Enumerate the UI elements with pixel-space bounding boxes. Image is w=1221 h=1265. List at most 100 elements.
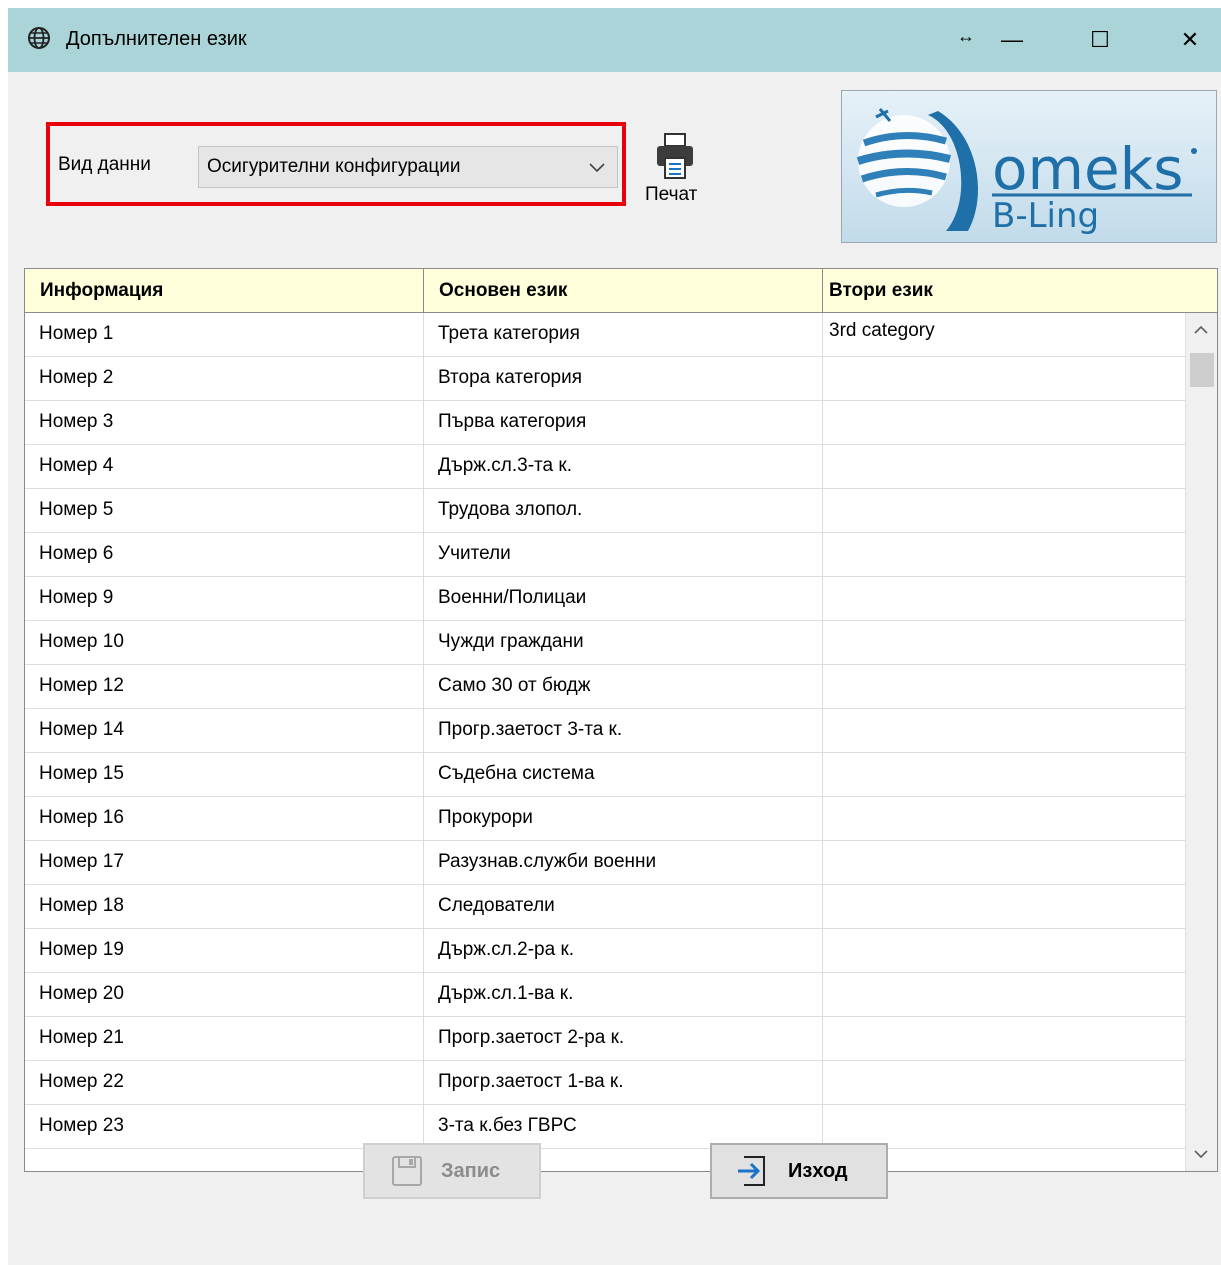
info-cell[interactable]: Номер 12 <box>25 665 424 709</box>
main-language-cell[interactable]: Военни/Полицаи <box>424 577 823 621</box>
main-language-cell[interactable]: Учители <box>424 533 823 577</box>
info-cell[interactable]: Номер 18 <box>25 885 424 929</box>
second-language-cell[interactable] <box>823 665 1187 709</box>
info-cell[interactable]: Номер 3 <box>25 401 424 445</box>
table-row[interactable]: Номер 6 Учители <box>25 533 1187 577</box>
title-bar: Допълнителен език ↔ — ☐ ✕ <box>8 8 1221 72</box>
second-language-cell[interactable] <box>823 533 1187 577</box>
table-row[interactable]: Номер 5 Трудова злопол. <box>25 489 1187 533</box>
info-cell[interactable]: Номер 10 <box>25 621 424 665</box>
grid-rows: Номер 1 Трета категория 3rd category Номер… <box>25 313 1187 1149</box>
second-language-cell[interactable]: 3rd category <box>823 313 1187 357</box>
table-row[interactable]: Номер 18 Следователи <box>25 885 1187 929</box>
main-language-cell[interactable]: Трудова злопол. <box>424 489 823 533</box>
table-row[interactable]: Номер 9 Военни/Полицаи <box>25 577 1187 621</box>
table-row[interactable]: Номер 14 Прогр.заетост 3-та к. <box>25 709 1187 753</box>
table-row[interactable]: Номер 22 Прогр.заетост 1-ва к. <box>25 1061 1187 1105</box>
second-language-cell[interactable] <box>823 709 1187 753</box>
second-language-cell[interactable] <box>823 929 1187 973</box>
close-button[interactable]: ✕ <box>1166 22 1214 58</box>
chevron-up-icon[interactable] <box>1192 323 1210 337</box>
floppy-disk-icon <box>392 1156 422 1186</box>
info-cell[interactable]: Номер 19 <box>25 929 424 973</box>
second-language-cell[interactable] <box>823 1061 1187 1105</box>
main-language-cell[interactable]: Съдебна система <box>424 753 823 797</box>
main-language-cell[interactable]: Втора категория <box>424 357 823 401</box>
table-row[interactable]: Номер 17 Разузнав.служби военни <box>25 841 1187 885</box>
table-row[interactable]: Номер 2 Втора категория <box>25 357 1187 401</box>
info-cell[interactable]: Номер 16 <box>25 797 424 841</box>
main-language-cell[interactable]: Държ.сл.2-ра к. <box>424 929 823 973</box>
window-title: Допълнителен език <box>66 28 247 50</box>
save-button[interactable]: Запис <box>363 1143 541 1199</box>
table-row[interactable]: Номер 10 Чужди граждани <box>25 621 1187 665</box>
main-language-cell[interactable]: Само 30 от бюдж <box>424 665 823 709</box>
main-language-cell[interactable]: Трета категория <box>424 313 823 357</box>
info-cell[interactable]: Номер 15 <box>25 753 424 797</box>
print-label: Печат <box>645 184 698 205</box>
info-cell[interactable]: Номер 20 <box>25 973 424 1017</box>
second-language-cell[interactable] <box>823 357 1187 401</box>
scrollbar-thumb[interactable] <box>1190 353 1214 387</box>
column-header-information[interactable]: Информация <box>25 269 424 313</box>
info-cell[interactable]: Номер 17 <box>25 841 424 885</box>
table-row[interactable]: Номер 16 Прокурори <box>25 797 1187 841</box>
second-language-cell[interactable] <box>823 841 1187 885</box>
main-language-cell[interactable]: Държ.сл.1-ва к. <box>424 973 823 1017</box>
main-language-cell[interactable]: Прогр.заетост 2-ра к. <box>424 1017 823 1061</box>
second-language-cell[interactable] <box>823 445 1187 489</box>
globe-icon <box>28 27 50 49</box>
maximize-button[interactable]: ☐ <box>1076 22 1124 58</box>
second-language-cell[interactable] <box>823 753 1187 797</box>
exit-button[interactable]: Изход <box>710 1143 888 1199</box>
table-row[interactable]: Номер 23 3-та к.без ГВРС <box>25 1105 1187 1149</box>
column-header-second-language[interactable]: Втори език <box>823 269 1217 313</box>
second-language-cell[interactable] <box>823 797 1187 841</box>
info-cell[interactable]: Номер 14 <box>25 709 424 753</box>
info-cell[interactable]: Номер 1 <box>25 313 424 357</box>
exit-arrow-icon <box>738 1156 765 1186</box>
info-cell[interactable]: Номер 5 <box>25 489 424 533</box>
main-language-cell[interactable]: Прогр.заетост 1-ва к. <box>424 1061 823 1105</box>
table-row[interactable]: Номер 19 Държ.сл.2-ра к. <box>25 929 1187 973</box>
info-cell[interactable]: Номер 21 <box>25 1017 424 1061</box>
second-language-cell[interactable] <box>823 489 1187 533</box>
table-row[interactable]: Номер 21 Прогр.заетост 2-ра к. <box>25 1017 1187 1061</box>
main-language-cell[interactable]: Прокурори <box>424 797 823 841</box>
second-language-cell[interactable] <box>823 401 1187 445</box>
print-button[interactable]: Печат <box>643 132 709 214</box>
column-header-main-language[interactable]: Основен език <box>424 269 823 313</box>
table-row[interactable]: Номер 1 Трета категория 3rd category <box>25 313 1187 357</box>
info-cell[interactable]: Номер 6 <box>25 533 424 577</box>
chevron-down-icon[interactable] <box>1192 1147 1210 1161</box>
info-cell[interactable]: Номер 2 <box>25 357 424 401</box>
second-language-cell[interactable] <box>823 973 1187 1017</box>
data-type-select[interactable]: Осигурителни конфигурации <box>198 146 618 188</box>
main-language-cell[interactable]: Първа категория <box>424 401 823 445</box>
info-cell[interactable]: Номер 4 <box>25 445 424 489</box>
info-cell[interactable]: Номер 22 <box>25 1061 424 1105</box>
main-language-cell[interactable]: Разузнав.служби военни <box>424 841 823 885</box>
table-row[interactable]: Номер 4 Държ.сл.3-та к. <box>25 445 1187 489</box>
second-language-cell[interactable] <box>823 885 1187 929</box>
table-row[interactable]: Номер 12 Само 30 от бюдж <box>25 665 1187 709</box>
main-language-cell[interactable]: Следователи <box>424 885 823 929</box>
table-row[interactable]: Номер 3 Първа категория <box>25 401 1187 445</box>
second-language-cell[interactable] <box>823 1017 1187 1061</box>
grid-header: Информация Основен език Втори език <box>25 269 1217 313</box>
info-cell[interactable]: Номер 9 <box>25 577 424 621</box>
chevron-down-icon <box>589 163 605 173</box>
data-type-selected-value: Осигурителни конфигурации <box>207 156 461 177</box>
minimize-button[interactable]: — <box>988 22 1036 58</box>
main-language-cell[interactable]: Прогр.заетост 3-та к. <box>424 709 823 753</box>
main-language-cell[interactable]: Държ.сл.3-та к. <box>424 445 823 489</box>
exit-button-label: Изход <box>788 1159 848 1182</box>
table-row[interactable]: Номер 15 Съдебна система <box>25 753 1187 797</box>
resize-icon[interactable]: ↔ <box>954 18 978 54</box>
table-row[interactable]: Номер 20 Държ.сл.1-ва к. <box>25 973 1187 1017</box>
translations-grid[interactable]: Информация Основен език Втори език Номер… <box>24 268 1218 1172</box>
main-language-cell[interactable]: Чужди граждани <box>424 621 823 665</box>
vertical-scrollbar[interactable] <box>1185 313 1217 1171</box>
second-language-cell[interactable] <box>823 577 1187 621</box>
second-language-cell[interactable] <box>823 621 1187 665</box>
